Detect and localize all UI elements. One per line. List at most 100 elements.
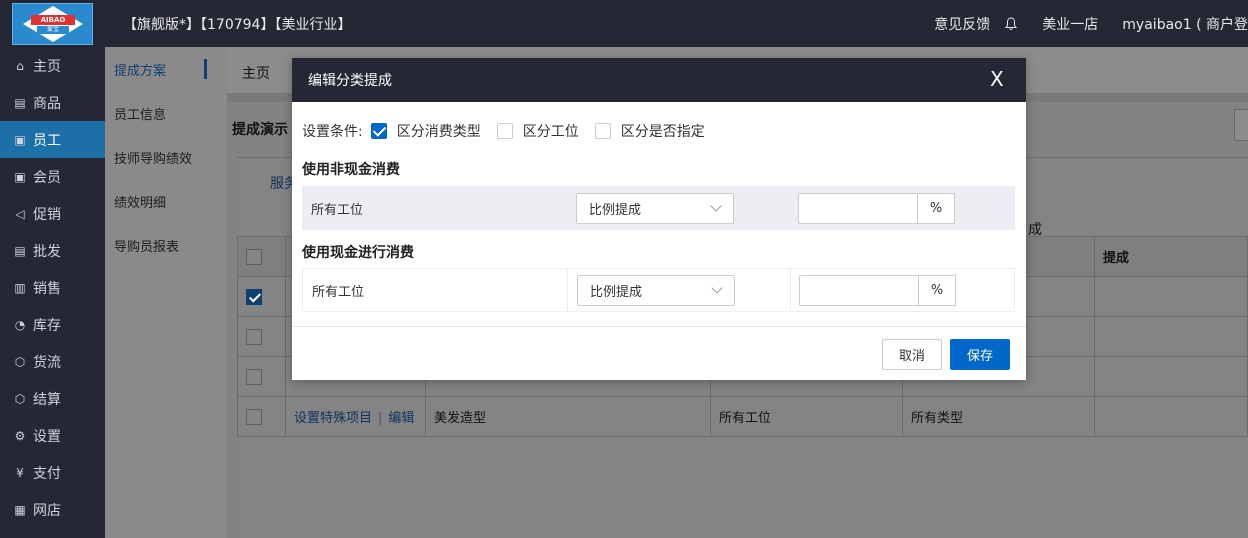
station-label[interactable]: 区分工位 [523, 121, 579, 141]
subnav-item-commission-plan[interactable]: 提成方案 [105, 47, 227, 91]
nav-item-eshop[interactable]: ▦ 网店 [0, 491, 105, 528]
cube-icon: ⬡ [14, 354, 26, 369]
chevron-down-icon [710, 199, 722, 212]
tab-home[interactable]: 主页 [242, 63, 270, 83]
logo-text: AIBAO [31, 15, 75, 25]
non-cash-section-title: 使用非现金消费 [302, 162, 400, 178]
station-checkbox[interactable] [496, 123, 513, 139]
pie-icon: ◔ [14, 317, 26, 332]
subnav-item-performance[interactable]: 技师导购绩效 [105, 135, 227, 179]
subnav-item-performance-detail[interactable]: 绩效明细 [105, 179, 227, 223]
station-cell: 所有工位 [303, 269, 568, 311]
subnav-item-guide-report[interactable]: 导购员报表 [105, 223, 227, 267]
nav-item-logistics[interactable]: ⬡ 货流 [0, 343, 105, 380]
edition-title: 【旗舰版*】【170794】【美业行业】 [123, 17, 352, 33]
set-special-items-link[interactable]: 设置特殊项目 [294, 411, 372, 426]
percent-addon: % [918, 192, 955, 224]
id-card-icon: ▣ [14, 132, 26, 147]
select-value: 比例提成 [590, 284, 643, 300]
top-right-menu: 意见反馈 美业一店 myaibao1 ( 商户登 [934, 14, 1248, 34]
commission-rate-input[interactable] [799, 274, 919, 306]
nav-label: 促销 [33, 206, 61, 223]
chart-icon: ▥ [14, 280, 26, 295]
cancel-button[interactable]: 取消 [882, 339, 942, 370]
cash-rule-row: 所有工位 比例提成 % [302, 268, 1015, 312]
row-checkbox[interactable] [246, 368, 262, 385]
select-value: 比例提成 [589, 202, 642, 218]
nav-item-payment[interactable]: ¥ 支付 [0, 454, 105, 491]
nav-label: 货流 [33, 354, 61, 371]
user-menu[interactable]: myaibao1 ( 商户登 [1122, 14, 1248, 34]
logo-subtext: 爱宝 [37, 26, 69, 34]
non-cash-rule-row: 所有工位 比例提成 % [302, 186, 1015, 230]
gift-icon: ▦ [14, 502, 26, 517]
cash-section-title: 使用现金进行消费 [302, 245, 414, 261]
type-cell: 所有类型 [902, 396, 1095, 437]
nav-item-settlement[interactable]: ⬡ 结算 [0, 380, 105, 417]
nav-item-stock[interactable]: ◔ 库存 [0, 306, 105, 343]
panel-title: 提成演示 [232, 122, 288, 138]
nav-item-member[interactable]: ▣ 会员 [0, 158, 105, 195]
station-cell: 所有工位 [311, 202, 364, 218]
percent-addon: % [919, 274, 956, 306]
cube-icon: ⬡ [14, 391, 26, 406]
commission-method-select[interactable]: 比例提成 [577, 274, 735, 306]
table-row: 设置特殊项目 | 编辑 美发造型 所有工位 所有类型 [237, 396, 1248, 437]
subnav-item-staff-info[interactable]: 员工信息 [105, 91, 227, 135]
consume-type-checkbox[interactable] [370, 123, 387, 139]
edit-category-commission-dialog: 编辑分类提成 X 设置条件: 区分消费类型 区分工位 区分是否指定 使用非现金消… [292, 58, 1026, 380]
home-icon: ⌂ [16, 58, 24, 73]
commission-rate-input[interactable] [798, 192, 918, 224]
nav-item-settings[interactable]: ⚙ 设置 [0, 417, 105, 454]
station-cell: 所有工位 [710, 396, 903, 437]
nav-item-staff[interactable]: ▣ 员工 [0, 121, 105, 158]
condition-label: 设置条件: [302, 124, 363, 140]
box-icon: ▤ [14, 95, 26, 110]
megaphone-icon: ◁ [15, 206, 25, 221]
bell-icon[interactable] [1004, 17, 1018, 31]
aibao-logo[interactable]: AIBAO 爱宝 [12, 3, 93, 45]
member-icon: ▣ [14, 169, 26, 184]
sub-nav: 提成方案 员工信息 技师导购绩效 绩效明细 导购员报表 [105, 47, 227, 538]
nav-label: 会员 [33, 169, 61, 186]
nav-item-promo[interactable]: ◁ 促销 [0, 195, 105, 232]
nav-label: 结算 [33, 391, 61, 408]
nav-label: 库存 [33, 317, 61, 334]
nav-label: 批发 [33, 243, 61, 260]
left-nav: ⌂ 主页 ▤ 商品 ▣ 员工 ▣ 会员 ◁ 促销 ▤ 批发 ▥ 销售 ◔ 库存 ⬡ 货流 ⬡ 结算 … [0, 47, 105, 538]
header-select-cell [237, 236, 286, 277]
panel-action-button[interactable] [1234, 109, 1248, 141]
nav-label: 支付 [33, 465, 61, 482]
nav-label: 商品 [33, 95, 61, 112]
nav-item-wholesale[interactable]: ▤ 批发 [0, 232, 105, 269]
commission-method-select[interactable]: 比例提成 [576, 192, 734, 224]
store-selector[interactable]: 美业一店 [1042, 14, 1098, 34]
feedback-link[interactable]: 意见反馈 [934, 14, 990, 34]
dialog-header: 编辑分类提成 X [292, 58, 1026, 102]
nav-label: 员工 [33, 132, 61, 149]
nav-label: 销售 [33, 280, 61, 297]
dialog-footer: 取消 保存 [292, 326, 1026, 380]
dialog-title: 编辑分类提成 [308, 73, 392, 89]
condition-row: 设置条件: 区分消费类型 区分工位 区分是否指定 [302, 121, 721, 141]
yen-icon: ¥ [16, 465, 24, 480]
select-all-checkbox[interactable] [246, 248, 262, 265]
list-icon: ▤ [14, 243, 26, 258]
nav-label: 主页 [33, 58, 61, 75]
gear-icon: ⚙ [14, 428, 26, 443]
save-button[interactable]: 保存 [950, 339, 1010, 370]
close-icon[interactable]: X [990, 69, 1004, 89]
edit-link[interactable]: 编辑 [388, 411, 414, 426]
row-checkbox[interactable] [246, 328, 262, 345]
nav-item-goods[interactable]: ▤ 商品 [0, 84, 105, 121]
designated-checkbox[interactable] [594, 123, 611, 139]
nav-label: 网店 [33, 502, 61, 519]
nav-item-home[interactable]: ⌂ 主页 [0, 47, 105, 84]
consume-type-label[interactable]: 区分消费类型 [397, 121, 481, 141]
nav-item-sales[interactable]: ▥ 销售 [0, 269, 105, 306]
nav-label: 设置 [33, 428, 61, 445]
designated-label[interactable]: 区分是否指定 [621, 121, 705, 141]
row-checkbox[interactable] [246, 288, 262, 305]
chevron-down-icon [711, 281, 723, 294]
row-checkbox[interactable] [246, 408, 262, 425]
